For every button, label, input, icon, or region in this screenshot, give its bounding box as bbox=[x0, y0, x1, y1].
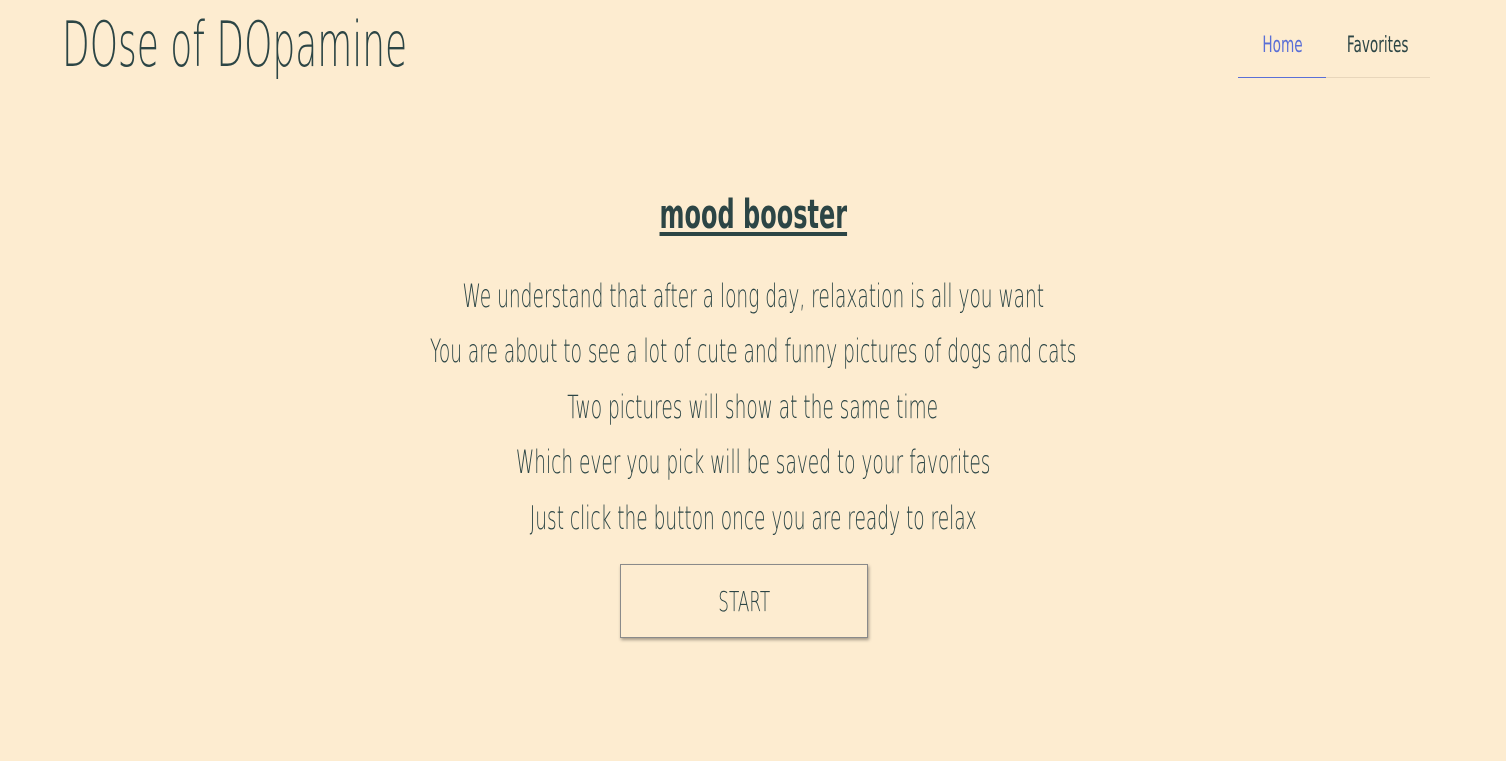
start-button-label: START bbox=[718, 584, 770, 618]
start-button[interactable]: START bbox=[620, 564, 868, 638]
nav-favorites-link[interactable]: Favorites bbox=[1326, 16, 1430, 77]
intro-text: We understand that after a long day, rel… bbox=[0, 268, 1506, 546]
page-heading: mood booster bbox=[0, 192, 1506, 238]
nav-home-label: Home bbox=[1261, 33, 1303, 58]
intro-line: Which ever you pick will be saved to you… bbox=[0, 435, 1506, 491]
site-logo[interactable]: DOse of DOpamine bbox=[62, 2, 407, 88]
intro-line: We understand that after a long day, rel… bbox=[0, 268, 1506, 324]
intro-line: Just click the button once you are ready… bbox=[0, 490, 1506, 546]
nav-bar: Home Favorites bbox=[1238, 16, 1430, 78]
intro-line-text: Which ever you pick will be saved to you… bbox=[515, 443, 991, 482]
intro-line-text: Two pictures will show at the same time bbox=[567, 387, 939, 426]
intro-line-text: You are about to see a lot of cute and f… bbox=[429, 332, 1077, 371]
nav-home-link[interactable]: Home bbox=[1238, 16, 1326, 78]
intro-line: You are about to see a lot of cute and f… bbox=[0, 324, 1506, 380]
intro-line-text: Just click the button once you are ready… bbox=[529, 498, 977, 537]
page: DOse of DOpamine Home Favorites mood boo… bbox=[0, 0, 1506, 761]
heading-text: mood booster bbox=[659, 192, 847, 238]
nav-favorites-label: Favorites bbox=[1347, 33, 1409, 58]
intro-line-text: We understand that after a long day, rel… bbox=[462, 276, 1044, 315]
intro-line: Two pictures will show at the same time bbox=[0, 379, 1506, 435]
